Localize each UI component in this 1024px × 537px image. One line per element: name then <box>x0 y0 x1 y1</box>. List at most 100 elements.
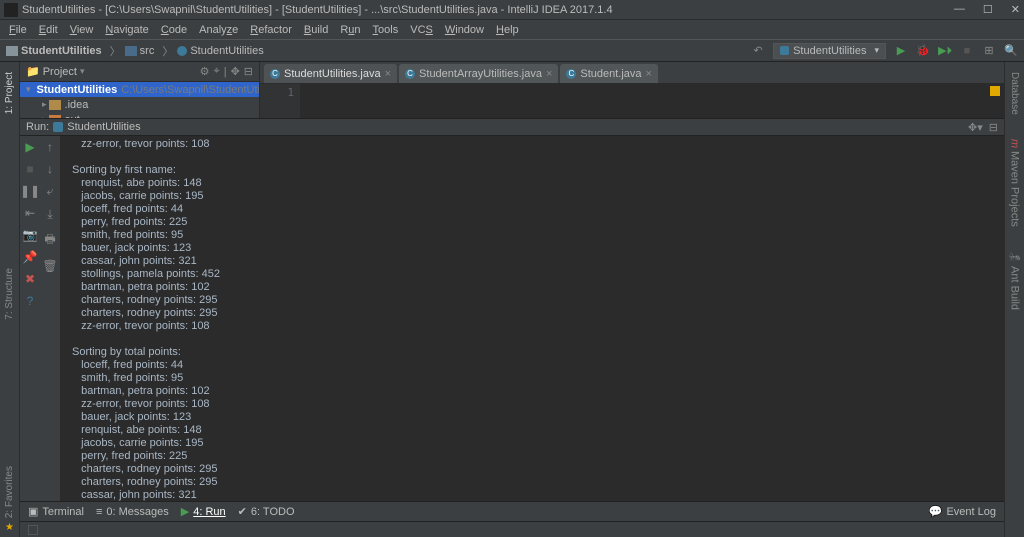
editor-body[interactable]: 1 <box>260 84 1004 118</box>
run-button-icon[interactable]: ▶ <box>894 44 908 58</box>
wrap-icon[interactable]: ⤶ <box>47 184 54 199</box>
breadcrumb-sep: 〉 <box>110 43 121 59</box>
menu-view[interactable]: View <box>65 24 99 36</box>
down-icon[interactable]: ↓ <box>47 162 53 176</box>
back-icon[interactable]: ↶ <box>751 44 765 58</box>
console-line: charters, rodney points: 295 <box>72 307 1004 320</box>
left-tab-project[interactable]: 1: Project <box>4 68 15 118</box>
tree-root[interactable]: ▾ StudentUtilitiesC:\Users\Swapnil\Stude… <box>20 82 259 97</box>
menu-build[interactable]: Build <box>299 24 333 36</box>
run-panel-header: Run:StudentUtilities ✥▾⊟ <box>20 118 1004 136</box>
editor-area: CStudentUtilities.java× CStudentArrayUti… <box>260 62 1004 118</box>
tool-terminal[interactable]: ▣ Terminal <box>28 505 84 518</box>
project-structure-icon[interactable]: ⊞ <box>982 44 996 58</box>
minimize-button[interactable]: — <box>954 3 965 16</box>
menu-run[interactable]: Run <box>335 24 365 36</box>
menu-window[interactable]: Window <box>440 24 489 36</box>
tool-messages[interactable]: ≡ 0: Messages <box>96 506 169 518</box>
run-header-name: StudentUtilities <box>67 121 140 133</box>
close-icon[interactable]: × <box>646 68 652 80</box>
menu-refactor[interactable]: Refactor <box>245 24 297 36</box>
console-line: charters, rodney points: 295 <box>72 476 1004 489</box>
menu-code[interactable]: Code <box>156 24 192 36</box>
editor-tab-studentutilities[interactable]: CStudentUtilities.java× <box>264 64 397 83</box>
breadcrumb-file[interactable]: StudentUtilities <box>177 45 263 57</box>
main-area: 1: Project 7: Structure 2: Favorites ★ 📁… <box>0 62 1024 537</box>
stop-button-icon[interactable]: ■ <box>960 44 974 58</box>
minimize-panel-icon[interactable]: ⊟ <box>989 121 998 134</box>
pin-icon[interactable]: 📌 <box>23 250 38 264</box>
console-line: bauer, jack points: 123 <box>72 411 1004 424</box>
console-line: zz-error, trevor points: 108 <box>72 398 1004 411</box>
tool-todo[interactable]: ✔ 6: TODO <box>238 505 295 518</box>
dump-icon[interactable]: 📷 <box>23 228 38 242</box>
run-tool-column-1: ▶ ■ ❚❚ ⇤ 📷 📌 ✖ ? <box>20 136 40 501</box>
menu-navigate[interactable]: Navigate <box>100 24 153 36</box>
right-gutter: Database m Maven Projects 🐜 Ant Build <box>1004 62 1024 537</box>
editor-content[interactable] <box>300 84 1004 118</box>
gear-icon[interactable]: ✥▾ <box>968 121 983 134</box>
menu-bar: File Edit View Navigate Code Analyze Ref… <box>0 20 1024 40</box>
run-config-select[interactable]: StudentUtilities <box>773 43 886 59</box>
close-icon[interactable]: × <box>546 68 552 80</box>
target-icon[interactable]: ⌖ <box>214 65 220 78</box>
run-tool-column-2: ↑ ↓ ⤶ ⤓ 🖶 🗑 <box>40 136 60 501</box>
hide-icon[interactable]: ⊟ <box>244 65 253 78</box>
console-line: bauer, jack points: 123 <box>72 242 1004 255</box>
console-line: zz-error, trevor points: 108 <box>72 138 1004 151</box>
menu-analyze[interactable]: Analyze <box>194 24 243 36</box>
tree-item-idea[interactable]: ▸.idea <box>20 97 259 112</box>
coverage-button-icon[interactable]: ▶⏵ <box>938 44 952 58</box>
stop-icon[interactable]: ■ <box>26 162 33 176</box>
editor-tab-studentarrayutilities[interactable]: CStudentArrayUtilities.java× <box>399 64 558 83</box>
console-line: zz-error, trevor points: 108 <box>72 320 1004 333</box>
console-line: perry, fred points: 225 <box>72 450 1004 463</box>
console-line: jacobs, carrie points: 195 <box>72 437 1004 450</box>
exit-icon[interactable]: ⇤ <box>25 206 35 220</box>
console-line: Sorting by first name: <box>72 164 1004 177</box>
close-icon[interactable]: × <box>385 68 391 80</box>
debug-button-icon[interactable]: 🐞 <box>916 44 930 58</box>
tool-event-log[interactable]: 💬 Event Log <box>929 505 996 518</box>
up-icon[interactable]: ↑ <box>47 140 53 154</box>
run-body: ▶ ■ ❚❚ ⇤ 📷 📌 ✖ ? ↑ ↓ ⤶ ⤓ 🖶 🗑 zz-error, t… <box>20 136 1004 501</box>
tool-run[interactable]: ▶ 4: Run <box>181 505 226 518</box>
help-icon[interactable]: ? <box>27 294 34 308</box>
breadcrumb-sep: 〉 <box>162 43 173 59</box>
breadcrumb-src[interactable]: src <box>125 45 155 57</box>
menu-vcs[interactable]: VCS <box>405 24 438 36</box>
rerun-icon[interactable]: ▶ <box>25 140 34 154</box>
print-icon[interactable]: 🖶 <box>44 230 55 251</box>
run-config-icon <box>53 122 63 132</box>
menu-tools[interactable]: Tools <box>368 24 404 36</box>
maximize-button[interactable]: ☐ <box>983 3 993 16</box>
close-run-icon[interactable]: ✖ <box>25 272 35 286</box>
menu-edit[interactable]: Edit <box>34 24 63 36</box>
left-tab-favorites[interactable]: 2: Favorites <box>4 462 15 522</box>
warning-marker[interactable] <box>990 86 1000 96</box>
console-line: Sorting by total points: <box>72 346 1004 359</box>
search-icon[interactable]: 🔍 <box>1004 44 1018 58</box>
menu-file[interactable]: File <box>4 24 32 36</box>
right-tab-ant[interactable]: 🐜 Ant Build <box>1009 247 1021 314</box>
console-line: perry, fred points: 225 <box>72 216 1004 229</box>
pause-icon[interactable]: ❚❚ <box>20 184 40 198</box>
console-line: cassar, john points: 321 <box>72 489 1004 501</box>
right-tab-database[interactable]: Database <box>1009 68 1020 119</box>
menu-help[interactable]: Help <box>491 24 524 36</box>
console-output[interactable]: zz-error, trevor points: 108 Sorting by f… <box>60 136 1004 501</box>
console-line: bartman, petra points: 102 <box>72 281 1004 294</box>
right-tab-maven[interactable]: m Maven Projects <box>1009 135 1021 231</box>
status-icon[interactable] <box>28 525 38 535</box>
editor-tab-student[interactable]: CStudent.java× <box>560 64 658 83</box>
console-line: smith, fred points: 95 <box>72 372 1004 385</box>
project-header-label: Project <box>43 66 77 78</box>
settings-icon[interactable]: ✥ <box>231 65 240 78</box>
scroll-icon[interactable]: ⤓ <box>47 207 52 222</box>
breadcrumb-root[interactable]: StudentUtilities <box>6 45 102 57</box>
clear-icon[interactable]: 🗑 <box>42 259 57 273</box>
left-tab-structure[interactable]: 7: Structure <box>4 264 15 324</box>
close-button[interactable]: ✕ <box>1011 3 1020 16</box>
window-title: StudentUtilities - [C:\Users\Swapnil\Stu… <box>22 4 954 16</box>
collapse-icon[interactable]: ⚙ <box>200 65 210 78</box>
